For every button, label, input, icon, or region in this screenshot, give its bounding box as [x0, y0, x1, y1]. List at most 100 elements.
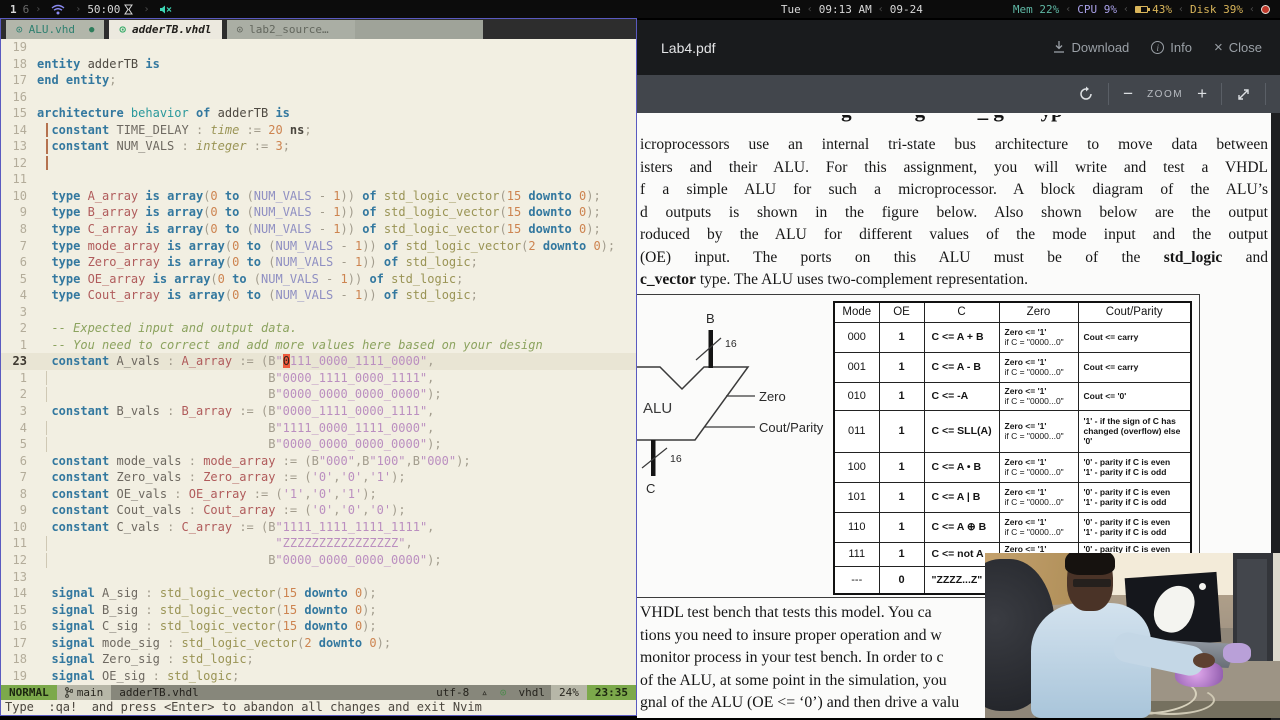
code-line[interactable]: 15 signal B_sig : std_logic_vector(15 do… [1, 602, 636, 619]
code-line[interactable]: 17 end entity; [1, 72, 636, 89]
command-line-message[interactable]: Type :qa! and press <Enter> to abandon a… [1, 700, 636, 715]
code-line[interactable]: 11 "ZZZZZZZZZZZZZZZZ", [1, 535, 636, 552]
code-line[interactable]: 2 -- Expected input and output data. [1, 320, 636, 337]
code-line[interactable]: 6 type Zero_array is array(0 to (NUM_VAL… [1, 254, 636, 271]
expand-icon [1238, 88, 1249, 100]
close-button[interactable]: × Close [1214, 39, 1262, 56]
code-line[interactable]: 6 constant mode_vals : mode_array := (B"… [1, 453, 636, 470]
code-line[interactable]: 10 type A_array is array(0 to (NUM_VALS … [1, 188, 636, 205]
code-line[interactable]: 7 constant Zero_vals : Zero_array := ('0… [1, 469, 636, 486]
code-line[interactable]: 12 [1, 155, 636, 172]
code-line[interactable]: 19 signal OE_sig : std_logic; [1, 668, 636, 685]
separator: ‹ [1248, 3, 1255, 15]
code-line[interactable]: 15 architecture behavior of adderTB is [1, 105, 636, 122]
workspace-active[interactable]: 1 [10, 3, 17, 16]
code-line[interactable]: 16 signal C_sig : std_logic_vector(15 do… [1, 618, 636, 635]
table-header-row: Mode OE C Zero Cout/Parity [833, 301, 1192, 323]
code-line[interactable]: 12 B"0000_0000_0000_0000"); [1, 552, 636, 569]
code-line[interactable]: 19 [1, 39, 636, 56]
table-row-mode-010: 010 1 C <= -A Zero <= '1' if C = "0000...0" C… [833, 381, 1192, 411]
indent-guide [46, 387, 47, 403]
code-line[interactable]: 9 type B_array is array(0 to (NUM_VALS -… [1, 204, 636, 221]
code-line[interactable]: 3 [1, 304, 636, 321]
code-line[interactable]: 8 constant OE_vals : OE_array := ('1','0… [1, 486, 636, 503]
line-number: 16 [12, 619, 27, 634]
code-line[interactable]: 17 signal mode_sig : std_logic_vector(2 … [1, 635, 636, 652]
fullscreen-button[interactable] [1236, 87, 1251, 102]
tab-addertb-vhdl[interactable]: ⊙ adderTB.vhdl [109, 20, 222, 39]
code-line[interactable]: 10 constant C_vals : C_array := (B"1111_… [1, 519, 636, 536]
code-line[interactable]: 14 constant TIME_DELAY : time := 20 ns; [1, 122, 636, 139]
zero-label: Zero [759, 389, 786, 404]
line-number: 1 [19, 337, 27, 352]
line-number: 11 [12, 536, 27, 551]
line-number: 2 [19, 387, 27, 402]
rotate-button[interactable] [1078, 86, 1094, 102]
pdf-header: Lab4.pdf Download i Info × Close [637, 20, 1280, 75]
close-icon: × [1213, 39, 1223, 56]
git-branch: main [56, 685, 112, 700]
statusline-filename: adderTB.vhdl [119, 686, 199, 699]
code-line[interactable]: 9 constant Cout_vals : Cout_array := ('0… [1, 502, 636, 519]
code-line[interactable]: 11 [1, 171, 636, 188]
code-line[interactable]: 13 constant NUM_VALS : integer := 3; [1, 138, 636, 155]
code-line[interactable]: 5 B"0000_0000_0000_0000"); [1, 436, 636, 453]
code-line-current[interactable]: 23 constant A_vals : A_array := (B"0111_… [1, 353, 636, 370]
file-encoding: utf-8 [436, 686, 470, 699]
statusline-clock: 23:35 [586, 685, 636, 700]
pdf-title: Lab4.pdf [661, 39, 716, 56]
code-line[interactable]: 13 [1, 569, 636, 586]
info-icon: i [1151, 41, 1165, 54]
code-line[interactable]: 18 entity adderTB is [1, 56, 636, 73]
stat-cpu: CPU 9% [1077, 2, 1118, 16]
vhdl-file-icon: ⊙ [119, 23, 127, 36]
hourglass-icon [124, 4, 134, 15]
table-cell: 110 [833, 511, 880, 543]
table-cell: 0 [878, 565, 925, 595]
line-number: 10 [12, 519, 27, 534]
vim-mode-indicator: NORMAL [1, 685, 57, 700]
line-number: 4 [19, 420, 27, 435]
code-buffer[interactable]: 19 18 entity adderTB is 17 end entity; 16 15 ar… [1, 39, 636, 685]
info-button[interactable]: i Info [1151, 40, 1192, 55]
b-bus-width: 16 [725, 338, 737, 350]
code-line[interactable]: 1 -- You need to correct and add more va… [1, 337, 636, 354]
pdf-text-line: roduced by the ALU for different values … [640, 226, 1268, 243]
git-change-marker [46, 155, 48, 171]
record-icon[interactable] [1261, 4, 1270, 14]
code-line[interactable]: 16 [1, 89, 636, 106]
code-line[interactable]: 4 type Cout_array is array(0 to (NUM_VAL… [1, 287, 636, 304]
code-line[interactable]: 7 type mode_array is array(0 to (NUM_VAL… [1, 238, 636, 255]
table-cell: 1 [878, 541, 925, 567]
table-cell: Zero <= '1'if C = "0000...0" [998, 511, 1079, 543]
table-cell: 001 [833, 351, 880, 383]
line-number: 18 [12, 56, 27, 71]
mute-icon[interactable] [159, 4, 172, 15]
date: 09-24 [889, 2, 923, 16]
table-row-mode-000: 000 1 C <= A + B Zero <= '1' if C = "0000...… [833, 321, 1192, 353]
workspace-other[interactable]: 6 [23, 3, 30, 16]
code-line[interactable]: 3 constant B_vals : B_array := (B"0000_1… [1, 403, 636, 420]
code-line[interactable]: 18 signal Zero_sig : std_logic; [1, 651, 636, 668]
pdf-paragraph-1: icroprocessors use an internal tri-state… [640, 134, 1268, 292]
code-line[interactable]: 1 B"0000_1111_0000_1111", [1, 370, 636, 387]
code-line[interactable]: 5 type OE_array is array(0 to (NUM_VALS … [1, 271, 636, 288]
statusline: NORMAL main adderTB.vhdl utf-8 ▵ ⊙ vhdl … [1, 685, 636, 700]
table-row-mode-001: 001 1 C <= A - B Zero <= '1' if C = "0000...… [833, 351, 1192, 383]
line-number: 10 [12, 188, 27, 203]
zoom-in-button[interactable]: + [1197, 84, 1207, 104]
tab-lab2-source-[interactable]: ⊙ lab2_source… [226, 20, 355, 39]
code-line[interactable]: 4 B"1111_0000_1111_0000", [1, 420, 636, 437]
separator: › [75, 3, 82, 15]
code-line[interactable]: 2 B"0000_0000_0000_0000"); [1, 386, 636, 403]
tab-alu-vhd[interactable]: ⊙ ALU.vhd ● [6, 20, 105, 39]
code-line[interactable]: 14 signal A_sig : std_logic_vector(15 do… [1, 585, 636, 602]
download-button[interactable]: Download [1053, 40, 1129, 55]
clipped-heading: g g _ g yp [637, 115, 1267, 124]
zoom-out-button[interactable]: − [1123, 84, 1133, 104]
separator: ‹ [806, 3, 813, 15]
code-line[interactable]: 8 type C_array is array(0 to (NUM_VALS -… [1, 221, 636, 238]
line-number: 12 [12, 155, 27, 170]
table-cell: '0' - parity if C is even'1' - parity if… [1077, 511, 1192, 543]
c-label: C [646, 481, 655, 496]
